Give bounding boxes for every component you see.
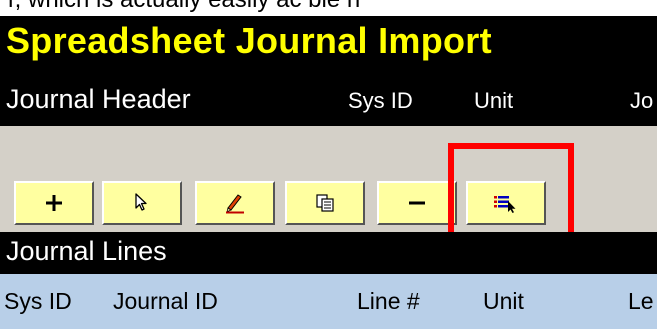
list-select-button[interactable] (466, 181, 546, 225)
plus-icon (44, 193, 64, 213)
partial-text: r, which is actually easily ac ble n (8, 0, 360, 14)
journal-header-label: Journal Header (6, 84, 191, 114)
col-journal-id[interactable]: Journal ID (113, 288, 218, 315)
col-sys-id[interactable]: Sys ID (4, 288, 72, 315)
header-col-unit: Unit (474, 88, 514, 113)
minus-icon (407, 193, 427, 213)
col-line-number[interactable]: Line # (357, 288, 420, 315)
title-bar: Spreadsheet Journal Import (0, 16, 657, 74)
copy-button[interactable] (285, 181, 365, 225)
journal-lines-bar: Journal Lines (0, 232, 657, 274)
header-col-sys-id: Sys ID (348, 88, 413, 113)
copy-icon (315, 193, 335, 213)
journal-lines-label: Journal Lines (6, 236, 167, 266)
list-pointer-icon (493, 193, 519, 213)
edit-pencil-icon (224, 192, 246, 214)
top-partial-text-strip: r, which is actually easily ac ble n (0, 0, 657, 16)
header-col-journal: Jo (630, 88, 654, 113)
col-ledger[interactable]: Le (628, 288, 654, 315)
journal-lines-column-header: Sys ID Journal ID Line # Unit Le (0, 274, 657, 329)
journal-header-bar: Journal Header Sys ID Unit Jo (0, 74, 657, 126)
col-unit[interactable]: Unit (483, 288, 524, 315)
select-button[interactable] (102, 181, 182, 225)
page-title: Spreadsheet Journal Import (6, 20, 492, 61)
add-button[interactable] (14, 181, 94, 225)
pointer-icon (134, 193, 150, 213)
delete-button[interactable] (377, 181, 457, 225)
edit-button[interactable] (195, 181, 275, 225)
